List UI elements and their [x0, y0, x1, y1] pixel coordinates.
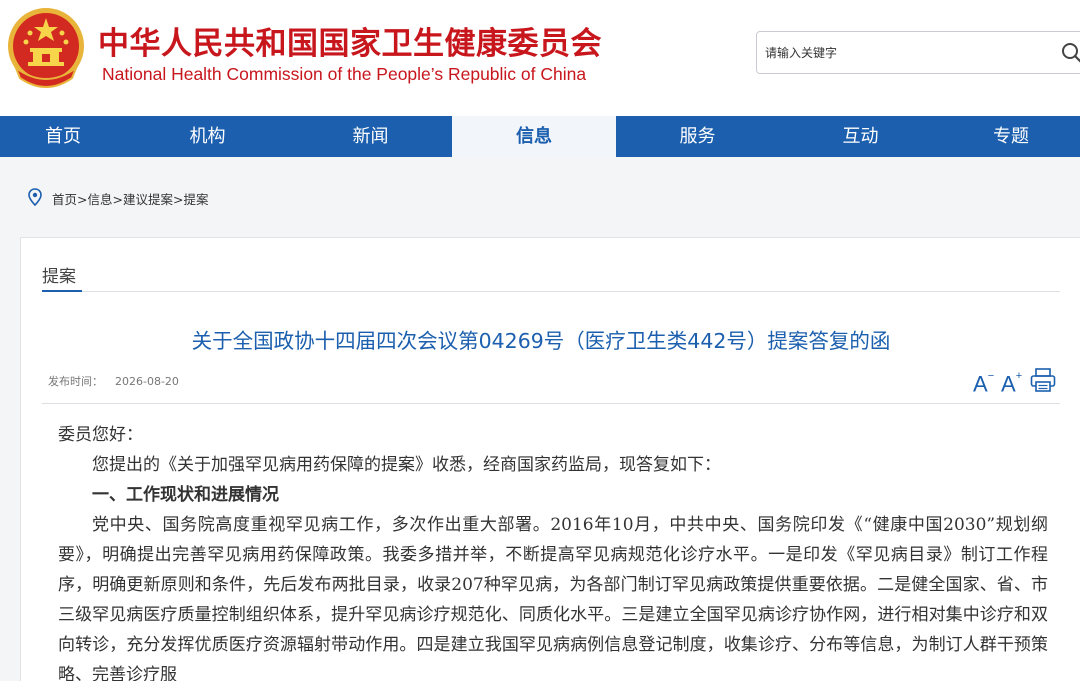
section-underline	[42, 290, 82, 292]
breadcrumb-proposals[interactable]: 提案	[184, 192, 209, 207]
article-greeting: 委员您好：	[58, 425, 143, 445]
site-header: 中华人民共和国国家卫生健康委员会 National Health Commiss…	[0, 0, 1080, 116]
breadcrumb-separator: >	[112, 192, 123, 207]
location-pin-icon	[28, 188, 42, 206]
nav-item-information[interactable]: 信息	[452, 116, 616, 157]
search-icon[interactable]	[1061, 42, 1080, 64]
meta-divider	[42, 403, 1060, 404]
nav-item-organization[interactable]: 机构	[126, 116, 289, 157]
search-input[interactable]	[765, 42, 1045, 64]
breadcrumb-information[interactable]: 信息	[88, 192, 113, 207]
font-size-increase-button[interactable]: A+	[1001, 366, 1022, 398]
publish-date: 2026-08-20	[115, 375, 179, 388]
search-box	[756, 31, 1080, 74]
nav-item-interaction[interactable]: 互动	[779, 116, 942, 157]
article-intro: 您提出的《关于加强罕见病用药保障的提案》收悉，经商国家药监局，现答复如下：	[92, 455, 721, 475]
site-title-chinese[interactable]: 中华人民共和国国家卫生健康委员会	[98, 18, 602, 63]
breadcrumb-home[interactable]: 首页	[52, 192, 77, 207]
nav-item-news[interactable]: 新闻	[289, 116, 452, 157]
article-title: 关于全国政协十四届四次会议第04269号（医疗卫生类442号）提案答复的函	[191, 329, 891, 353]
article-card: 提案 关于全国政协十四届四次会议第04269号（医疗卫生类442号）提案答复的函…	[20, 237, 1080, 681]
printer-icon[interactable]	[1030, 368, 1056, 392]
nav-item-topics[interactable]: 专题	[942, 116, 1080, 157]
breadcrumb-suggestions-proposals[interactable]: 建议提案	[123, 192, 173, 207]
publish-date-label: 发布时间：	[48, 375, 103, 388]
article-meta: 发布时间： 2026-08-20	[48, 373, 179, 389]
section-divider	[42, 291, 1060, 292]
breadcrumb-separator: >	[77, 192, 88, 207]
article-heading-1: 一、工作现状和进展情况	[92, 485, 279, 505]
article-body: 委员您好： 您提出的《关于加强罕见病用药保障的提案》收悉，经商国家药监局，现答复…	[58, 420, 1048, 681]
font-size-decrease-button[interactable]: A−	[973, 366, 994, 398]
main-nav: 首页 机构 新闻 信息 服务 互动 专题	[0, 116, 1080, 157]
national-emblem-icon[interactable]	[6, 6, 86, 94]
section-label: 提案	[42, 267, 76, 287]
site-title-english[interactable]: National Health Commission of the People…	[102, 64, 586, 85]
article-paragraph-1: 党中央、国务院高度重视罕见病工作，多次作出重大部署。2016年10月，中共中央、…	[58, 515, 1048, 681]
breadcrumb-separator: >	[173, 192, 184, 207]
nav-item-services[interactable]: 服务	[616, 116, 779, 157]
nav-item-home[interactable]: 首页	[0, 116, 126, 157]
